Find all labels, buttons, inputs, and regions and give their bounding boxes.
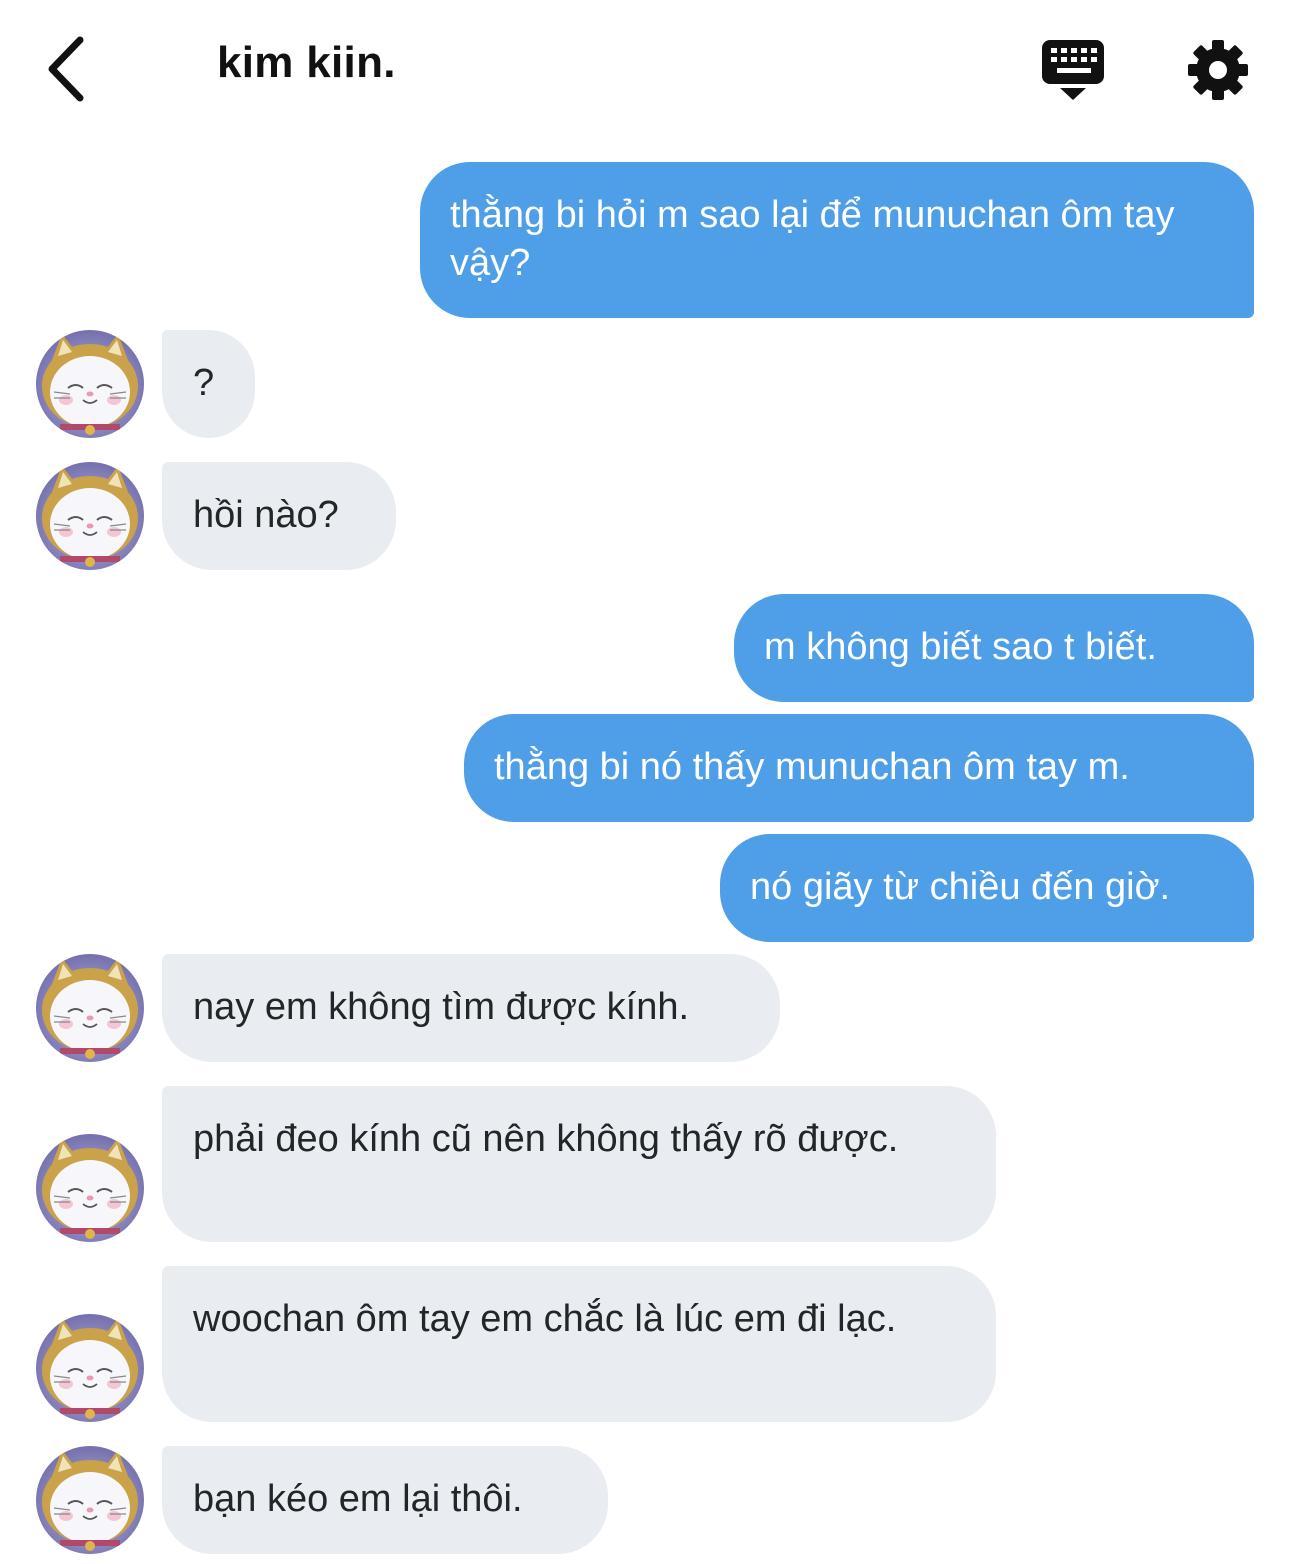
conversation-title: kim kiin.: [217, 38, 396, 87]
settings-button[interactable]: [1186, 38, 1250, 102]
message-row-incoming: nay em không tìm được kính.: [0, 954, 1290, 1062]
incoming-message-bubble[interactable]: bạn kéo em lại thôi.: [162, 1446, 608, 1554]
chat-header: kim kiin.: [0, 0, 1290, 140]
incoming-message-bubble[interactable]: woochan ôm tay em chắc là lúc em đi lạc.: [162, 1266, 996, 1422]
message-row-incoming: bạn kéo em lại thôi.: [0, 1446, 1290, 1554]
message-row-incoming: woochan ôm tay em chắc là lúc em đi lạc.: [0, 1266, 1290, 1422]
outgoing-message-bubble[interactable]: m không biết sao t biết.: [734, 594, 1254, 702]
message-row-incoming: hồi nào?: [0, 462, 1290, 570]
contact-avatar[interactable]: [36, 462, 144, 570]
contact-avatar[interactable]: [36, 1134, 144, 1242]
gear-icon: [1188, 40, 1248, 100]
message-row-incoming: ?: [0, 330, 1290, 438]
contact-avatar[interactable]: [36, 1446, 144, 1554]
incoming-message-bubble[interactable]: hồi nào?: [162, 462, 396, 570]
keyboard-dismiss-icon: [1042, 40, 1104, 100]
outgoing-message-bubble[interactable]: thằng bi hỏi m sao lại để munuchan ôm ta…: [420, 162, 1254, 318]
message-row-outgoing: thằng bi hỏi m sao lại để munuchan ôm ta…: [0, 162, 1290, 318]
chevron-left-icon: [48, 36, 84, 102]
contact-avatar[interactable]: [36, 954, 144, 1062]
back-button[interactable]: [40, 32, 100, 106]
outgoing-message-bubble[interactable]: nó giãy từ chiều đến giờ.: [720, 834, 1254, 942]
message-row-outgoing: thằng bi nó thấy munuchan ôm tay m.: [0, 714, 1290, 822]
outgoing-message-bubble[interactable]: thằng bi nó thấy munuchan ôm tay m.: [464, 714, 1254, 822]
incoming-message-bubble[interactable]: ?: [162, 330, 255, 438]
keyboard-toggle-button[interactable]: [1040, 38, 1108, 104]
message-row-outgoing: nó giãy từ chiều đến giờ.: [0, 834, 1290, 942]
incoming-message-bubble[interactable]: phải đeo kính cũ nên không thấy rõ được.: [162, 1086, 996, 1242]
incoming-message-bubble[interactable]: nay em không tìm được kính.: [162, 954, 780, 1062]
message-row-outgoing: m không biết sao t biết.: [0, 594, 1290, 702]
message-row-incoming: phải đeo kính cũ nên không thấy rõ được.: [0, 1086, 1290, 1242]
contact-avatar[interactable]: [36, 330, 144, 438]
contact-avatar[interactable]: [36, 1314, 144, 1422]
